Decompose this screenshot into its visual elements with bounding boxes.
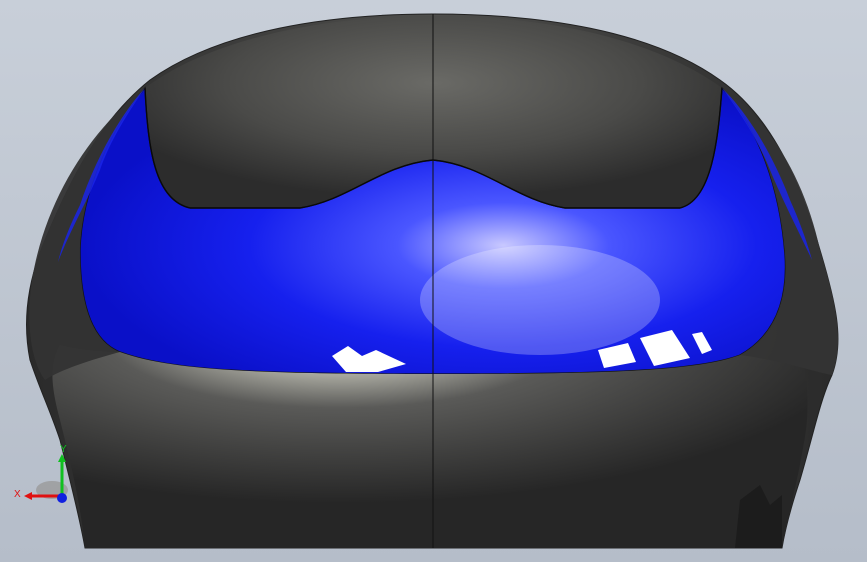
- x-axis-label: X: [14, 489, 21, 500]
- visor-specular: [420, 245, 660, 355]
- y-axis-arrowhead: [58, 454, 66, 462]
- model-render[interactable]: [0, 0, 867, 562]
- x-axis-arrowhead: [24, 492, 32, 500]
- axis-triad: Y X: [14, 444, 68, 503]
- y-axis-label: Y: [60, 444, 67, 455]
- z-axis-dot: [57, 493, 67, 503]
- 3d-viewport[interactable]: Y X: [0, 0, 867, 562]
